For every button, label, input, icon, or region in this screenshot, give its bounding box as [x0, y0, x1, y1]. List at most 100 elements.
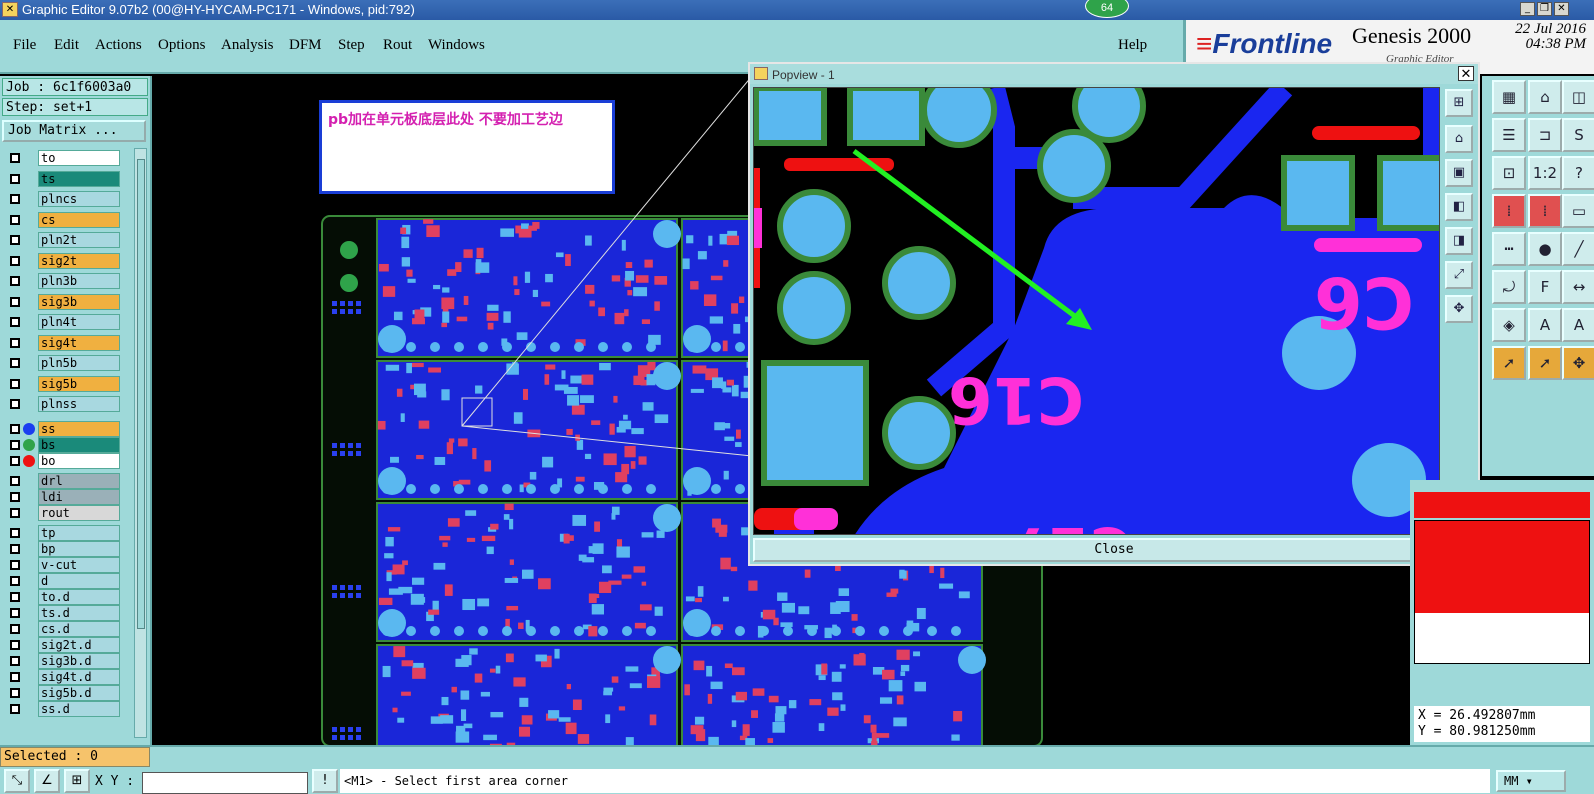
- layer-name[interactable]: pln5b: [38, 355, 120, 371]
- job-matrix-button[interactable]: Job Matrix ...: [2, 120, 146, 142]
- menu-file[interactable]: File: [13, 37, 36, 54]
- close-window-button[interactable]: ✕: [1554, 2, 1569, 16]
- layer-checkbox[interactable]: [10, 455, 20, 466]
- layer-row-drl[interactable]: drl: [2, 472, 134, 489]
- scrollbar-thumb[interactable]: [137, 159, 145, 629]
- layer-row-sig4t.d[interactable]: sig4t.d: [2, 668, 134, 685]
- tool-select-icon[interactable]: ➚: [1492, 346, 1526, 380]
- layer-checkbox[interactable]: [10, 378, 20, 389]
- layer-checkbox[interactable]: [10, 607, 20, 618]
- snap-icon[interactable]: ⤡: [4, 769, 30, 793]
- popview-right-icon[interactable]: ◨: [1445, 227, 1473, 255]
- layer-checkbox[interactable]: [10, 623, 20, 634]
- layer-name[interactable]: rout: [38, 504, 120, 521]
- tool-measure-icon[interactable]: ┅: [1492, 232, 1526, 266]
- layer-name[interactable]: plnss: [38, 396, 120, 412]
- menu-analysis[interactable]: Analysis: [221, 37, 274, 54]
- layer-name[interactable]: to: [38, 150, 120, 166]
- tool-component2-icon[interactable]: ⁞: [1528, 194, 1562, 228]
- layer-name[interactable]: pln3b: [38, 273, 120, 289]
- layer-name[interactable]: cs: [38, 211, 120, 228]
- tool-snap-icon[interactable]: ⊐: [1528, 118, 1562, 152]
- layer-name[interactable]: sig2t: [38, 252, 120, 269]
- restore-button[interactable]: ❐: [1537, 2, 1552, 16]
- layer-name[interactable]: sig4t: [38, 334, 120, 351]
- layer-name[interactable]: to.d: [38, 588, 120, 605]
- layer-checkbox[interactable]: [10, 337, 20, 348]
- layer-checkbox[interactable]: [10, 507, 20, 518]
- menu-windows[interactable]: Windows: [428, 37, 485, 54]
- layer-row-ss.d[interactable]: ss.d: [2, 700, 134, 717]
- layer-row-sig3b.d[interactable]: sig3b.d: [2, 652, 134, 669]
- layer-row-pln2t[interactable]: pln2t: [2, 232, 134, 248]
- layer-row-sig2t.d[interactable]: sig2t.d: [2, 636, 134, 653]
- tool-home-icon[interactable]: ⌂: [1528, 80, 1562, 114]
- layer-checkbox[interactable]: [10, 527, 20, 538]
- menu-dfm[interactable]: DFM: [289, 37, 322, 54]
- menu-edit[interactable]: Edit: [54, 37, 79, 54]
- popview-zoom-view[interactable]: C16 C6 C17: [753, 87, 1440, 535]
- popview-zoom-icon[interactable]: ⊞: [1445, 89, 1473, 117]
- layer-checkbox[interactable]: [10, 423, 20, 434]
- layer-checkbox[interactable]: [10, 575, 20, 586]
- tool-move-icon[interactable]: ✥: [1562, 346, 1594, 380]
- menu-actions[interactable]: Actions: [95, 37, 142, 54]
- tool-circle-icon[interactable]: ●: [1528, 232, 1562, 266]
- tool-text-icon[interactable]: F: [1528, 270, 1562, 304]
- layer-checkbox[interactable]: [10, 358, 20, 368]
- popview-left-icon[interactable]: ◧: [1445, 193, 1473, 221]
- layer-name[interactable]: sig5b.d: [38, 684, 120, 701]
- layer-row-d[interactable]: d: [2, 572, 134, 589]
- layer-row-bo[interactable]: bo: [2, 452, 134, 469]
- tool-component-icon[interactable]: ⁞: [1492, 194, 1526, 228]
- zoomed-pcb[interactable]: C16 C6 C17: [754, 88, 1440, 535]
- layer-row-sig2t[interactable]: sig2t: [2, 252, 134, 269]
- layer-name[interactable]: d: [38, 572, 120, 589]
- layer-checkbox[interactable]: [10, 235, 20, 245]
- layer-checkbox[interactable]: [10, 153, 20, 163]
- layer-row-bp[interactable]: bp: [2, 540, 134, 557]
- layer-row-tp[interactable]: tp: [2, 524, 134, 541]
- tool-distance-icon[interactable]: ↔: [1562, 270, 1594, 304]
- layer-row-cs.d[interactable]: cs.d: [2, 620, 134, 637]
- layer-row-pln5b[interactable]: pln5b: [2, 355, 134, 371]
- layer-row-cs[interactable]: cs: [2, 211, 134, 228]
- layer-row-pln3b[interactable]: pln3b: [2, 273, 134, 289]
- tool-pad-icon[interactable]: ◈: [1492, 308, 1526, 342]
- layer-row-ss[interactable]: ss: [2, 420, 134, 437]
- popview-monitor-icon[interactable]: ▣: [1445, 159, 1473, 187]
- popview-fit-icon[interactable]: ⤢: [1445, 261, 1473, 289]
- layer-row-plnss[interactable]: plnss: [2, 396, 134, 412]
- menu-options[interactable]: Options: [158, 37, 206, 54]
- layer-name[interactable]: v-cut: [38, 556, 120, 573]
- layer-name[interactable]: ts: [38, 170, 120, 187]
- tool-align-icon[interactable]: A: [1528, 308, 1562, 342]
- layer-name[interactable]: cs.d: [38, 620, 120, 637]
- tool-query-icon[interactable]: ?: [1562, 156, 1594, 190]
- layer-checkbox[interactable]: [10, 214, 20, 225]
- tool-window-icon[interactable]: ◫: [1562, 80, 1594, 114]
- layer-scrollbar[interactable]: [134, 148, 147, 738]
- tool-scale-icon[interactable]: ⊡: [1492, 156, 1526, 190]
- layer-row-sig5b.d[interactable]: sig5b.d: [2, 684, 134, 701]
- popview-center-icon[interactable]: ✥: [1445, 295, 1473, 323]
- alert-icon[interactable]: !: [312, 769, 338, 793]
- menu-help[interactable]: Help: [1118, 37, 1147, 54]
- layer-checkbox[interactable]: [10, 591, 20, 602]
- layer-row-sig5b[interactable]: sig5b: [2, 375, 134, 392]
- layer-row-plncs[interactable]: plncs: [2, 191, 134, 207]
- tool-merge-icon[interactable]: S: [1562, 118, 1594, 152]
- layer-name[interactable]: ts.d: [38, 604, 120, 621]
- tool-line-icon[interactable]: ╱: [1562, 232, 1594, 266]
- layer-checkbox[interactable]: [10, 317, 20, 327]
- layer-checkbox[interactable]: [10, 276, 20, 286]
- layer-checkbox[interactable]: [10, 703, 20, 714]
- layer-checkbox[interactable]: [10, 475, 20, 486]
- layer-name[interactable]: sig3b.d: [38, 652, 120, 669]
- layer-checkbox[interactable]: [10, 439, 20, 450]
- tool-ruler-icon[interactable]: ▭: [1562, 194, 1594, 228]
- layer-row-ts[interactable]: ts: [2, 170, 134, 187]
- layer-name[interactable]: drl: [38, 472, 120, 489]
- layer-checkbox[interactable]: [10, 671, 20, 682]
- layer-name[interactable]: ss.d: [38, 700, 120, 717]
